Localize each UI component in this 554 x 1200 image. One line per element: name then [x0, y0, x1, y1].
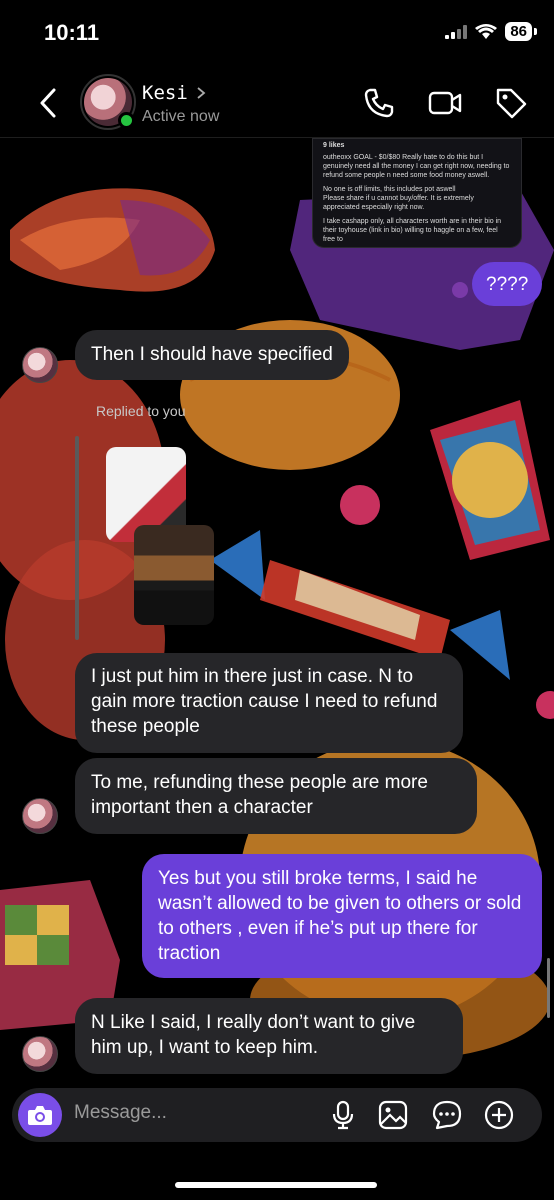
message-input[interactable]: Message...: [74, 1102, 167, 1124]
message-text: ????: [486, 274, 529, 295]
message-text: I just put him in there just in case. N …: [91, 666, 438, 737]
replied-to-label: Replied to you: [96, 403, 186, 419]
contact-avatar[interactable]: [80, 74, 136, 130]
message-text: N Like I said, I really don’t want to gi…: [91, 1012, 416, 1058]
message-composer: Message...: [12, 1088, 542, 1142]
sender-avatar[interactable]: [22, 347, 58, 383]
add-icon[interactable]: [484, 1100, 514, 1130]
phone-icon[interactable]: [362, 86, 396, 120]
message-text: Then I should have specified: [91, 344, 333, 365]
wifi-icon: [475, 23, 498, 39]
replied-post-thumbnail[interactable]: [134, 525, 214, 625]
status-icons: 86: [445, 22, 537, 41]
message-bubble-outgoing[interactable]: Yes but you still broke terms, I said he…: [142, 854, 542, 978]
online-indicator: [118, 112, 135, 129]
tag-icon[interactable]: [494, 86, 528, 120]
message-bubble-incoming[interactable]: N Like I said, I really don’t want to gi…: [75, 998, 463, 1074]
contact-status: Active now: [142, 108, 220, 125]
camera-icon: [28, 1106, 52, 1125]
contact-name-text: Kesi: [142, 82, 188, 104]
scroll-indicator[interactable]: [547, 958, 550, 1018]
message-bubble-incoming[interactable]: I just put him in there just in case. N …: [75, 653, 463, 753]
post-line-3: Please share if u cannot buy/offer. It i…: [323, 195, 474, 211]
sender-avatar[interactable]: [22, 798, 58, 834]
shared-post-card[interactable]: 9 likes outheoxx GOAL - $0/$80 Really ha…: [312, 138, 522, 248]
post-likes: 9 likes: [323, 142, 345, 149]
post-line-2: No one is off limits, this includes pot …: [323, 186, 456, 193]
chevron-right-icon: [197, 87, 206, 99]
battery-indicator: 86: [505, 22, 537, 41]
signal-icon: [445, 24, 468, 39]
gallery-icon[interactable]: [378, 1100, 408, 1130]
message-bubble-incoming[interactable]: Then I should have specified: [75, 330, 349, 380]
sticker-chat-icon[interactable]: [432, 1100, 462, 1130]
message-bubble-incoming[interactable]: To me, refunding these people are more i…: [75, 758, 477, 834]
status-bar: 10:11 86: [0, 0, 554, 66]
video-call-icon[interactable]: [428, 86, 462, 120]
microphone-icon[interactable]: [328, 1100, 358, 1130]
post-caption: outheoxx GOAL - $0/$80 Really hate to do…: [323, 154, 510, 179]
chat-header: Kesi Active now: [0, 66, 554, 138]
post-line-4: I take cashapp only, all characters wort…: [323, 218, 502, 243]
message-text: Yes but you still broke terms, I said he…: [158, 868, 522, 964]
status-time: 10:11: [44, 20, 100, 45]
contact-name[interactable]: Kesi: [142, 82, 206, 104]
reply-quote-bar: [75, 436, 79, 640]
message-text: To me, refunding these people are more i…: [91, 772, 428, 818]
back-icon[interactable]: [34, 86, 64, 120]
camera-button[interactable]: [18, 1093, 62, 1137]
sender-avatar[interactable]: [22, 1036, 58, 1072]
message-bubble-outgoing[interactable]: ????: [472, 262, 543, 306]
home-indicator[interactable]: [175, 1182, 377, 1188]
